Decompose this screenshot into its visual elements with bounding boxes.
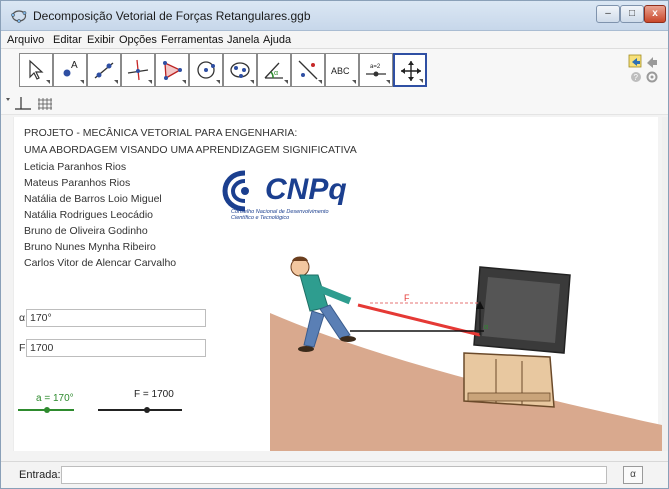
- tool-move[interactable]: [19, 53, 53, 87]
- undo-redo-area: ?: [623, 53, 663, 85]
- entrada-input-field[interactable]: [61, 466, 607, 484]
- slider-tool-icon: a=2: [366, 64, 386, 77]
- author-name: Mateus Paranhos Rios: [24, 177, 131, 189]
- tool-circle[interactable]: [189, 53, 223, 87]
- ellipse-icon: [230, 62, 250, 78]
- menu-janela[interactable]: Janela: [227, 34, 259, 46]
- force-slider-track[interactable]: [98, 409, 182, 411]
- force-slider[interactable]: F = 1700: [98, 389, 188, 419]
- force-slider-knob[interactable]: [144, 407, 150, 413]
- input-bar: Entrada: α: [1, 461, 668, 488]
- tool-perpendicular[interactable]: [121, 53, 155, 87]
- angle-input-box[interactable]: α 170°: [19, 309, 206, 327]
- window-title: Decomposição Vetorial de Forças Retangul…: [33, 9, 311, 23]
- maximize-button[interactable]: □: [620, 5, 644, 23]
- force-label: F: [404, 293, 410, 303]
- angle-label: α: [484, 324, 488, 331]
- project-title-line: PROJETO - MECÂNICA VETORIAL PARA ENGENHA…: [24, 127, 298, 139]
- author-name: Bruno de Oliveira Godinho: [24, 225, 148, 237]
- tool-line[interactable]: [87, 53, 121, 87]
- help-icon[interactable]: ?: [631, 72, 641, 82]
- menu-bar: Arquivo Editar Exibir Opções Ferramentas…: [1, 31, 668, 49]
- redo-icon[interactable]: [647, 57, 657, 68]
- tool-ellipse[interactable]: [223, 53, 257, 87]
- author-name: Leticia Paranhos Rios: [24, 161, 127, 173]
- angle-slider-caption: a = 170°: [36, 393, 74, 404]
- perpendicular-line-icon: [127, 59, 149, 81]
- author-name: Carlos Vitor de Alencar Carvalho: [24, 257, 177, 269]
- svg-text:a=2: a=2: [370, 64, 381, 70]
- force-input-box[interactable]: F 1700: [19, 339, 206, 357]
- tv-cabinet: [463, 352, 555, 408]
- cnpq-logo: CNPq Conselho Nacional de Desenvolviment…: [219, 167, 369, 227]
- menu-arquivo[interactable]: Arquivo: [7, 34, 44, 46]
- menu-ferramentas[interactable]: Ferramentas: [161, 34, 223, 46]
- show-grid-icon[interactable]: [38, 98, 52, 110]
- tool-point[interactable]: A: [53, 53, 87, 87]
- svg-text:α: α: [274, 70, 278, 77]
- undo-icon[interactable]: [628, 54, 642, 68]
- force-input-value: 1700: [30, 342, 54, 354]
- angle-slider-knob[interactable]: [44, 407, 50, 413]
- reflect-line-icon: [298, 60, 318, 80]
- circle-icon: [197, 61, 215, 79]
- geogebra-window: Decomposição Vetorial de Forças Retangul…: [0, 0, 669, 489]
- minimize-button[interactable]: –: [596, 5, 620, 23]
- show-axes-icon[interactable]: [15, 97, 31, 110]
- point-icon: A: [63, 60, 78, 77]
- force-slider-caption: F = 1700: [134, 389, 174, 400]
- tool-slider[interactable]: a=2: [359, 53, 393, 87]
- close-button[interactable]: x: [644, 5, 666, 23]
- line-icon: [94, 62, 114, 79]
- menu-exibir[interactable]: Exibir: [87, 34, 115, 46]
- tool-text[interactable]: ABC: [325, 53, 359, 87]
- menu-editar[interactable]: Editar: [53, 34, 82, 46]
- pushing-tv-illustration: F α: [270, 256, 662, 451]
- angle-icon: α: [264, 62, 283, 79]
- author-name: Natália de Barros Loio Miguel: [24, 193, 162, 205]
- tool-move-graphics-view[interactable]: [393, 53, 427, 87]
- angle-input-value: 170°: [30, 312, 52, 324]
- cnpq-emblem-icon: [222, 170, 249, 212]
- text-tool-icon: ABC: [331, 66, 350, 76]
- toolbar: A α ABC a=2: [1, 49, 668, 93]
- svg-text:A: A: [71, 60, 78, 71]
- entrada-label: Entrada:: [19, 469, 61, 481]
- polygon-icon: [163, 61, 182, 80]
- vertical-scrollbar[interactable]: [662, 117, 668, 451]
- input-help-button[interactable]: α: [623, 466, 643, 484]
- television: [473, 266, 571, 354]
- geogebra-app-icon: [11, 10, 27, 23]
- force-input-label: F: [19, 342, 26, 354]
- author-name: Bruno Nunes Mynha Ribeiro: [24, 241, 156, 253]
- menu-opcoes[interactable]: Opções: [119, 34, 157, 46]
- author-name: Natália Rodrigues Leocádio: [24, 209, 153, 221]
- cnpq-logo-subtitle: Conselho Nacional de Desenvolvimento Cie…: [231, 209, 329, 221]
- cursor-arrow-icon: [29, 59, 44, 80]
- graphics-view[interactable]: PROJETO - MECÂNICA VETORIAL PARA ENGENHA…: [13, 117, 662, 451]
- tool-reflect[interactable]: [291, 53, 325, 87]
- tool-polygon[interactable]: [155, 53, 189, 87]
- svg-text:ABC: ABC: [331, 66, 350, 76]
- svg-text:?: ?: [634, 73, 639, 82]
- style-bar: [1, 93, 668, 115]
- settings-gear-icon[interactable]: [646, 71, 658, 83]
- project-subtitle-line: UMA ABORDAGEM VISANDO UMA APRENDIZAGEM S…: [24, 144, 357, 156]
- angle-slider[interactable]: a = 170°: [18, 393, 78, 419]
- menu-ajuda[interactable]: Ajuda: [263, 34, 291, 46]
- stylebar-toggle-icon[interactable]: [6, 98, 10, 101]
- angle-input-label: α: [19, 312, 26, 324]
- cnpq-logo-text: CNPq: [265, 173, 347, 206]
- title-bar: Decomposição Vetorial de Forças Retangul…: [1, 1, 668, 31]
- tool-angle[interactable]: α: [257, 53, 291, 87]
